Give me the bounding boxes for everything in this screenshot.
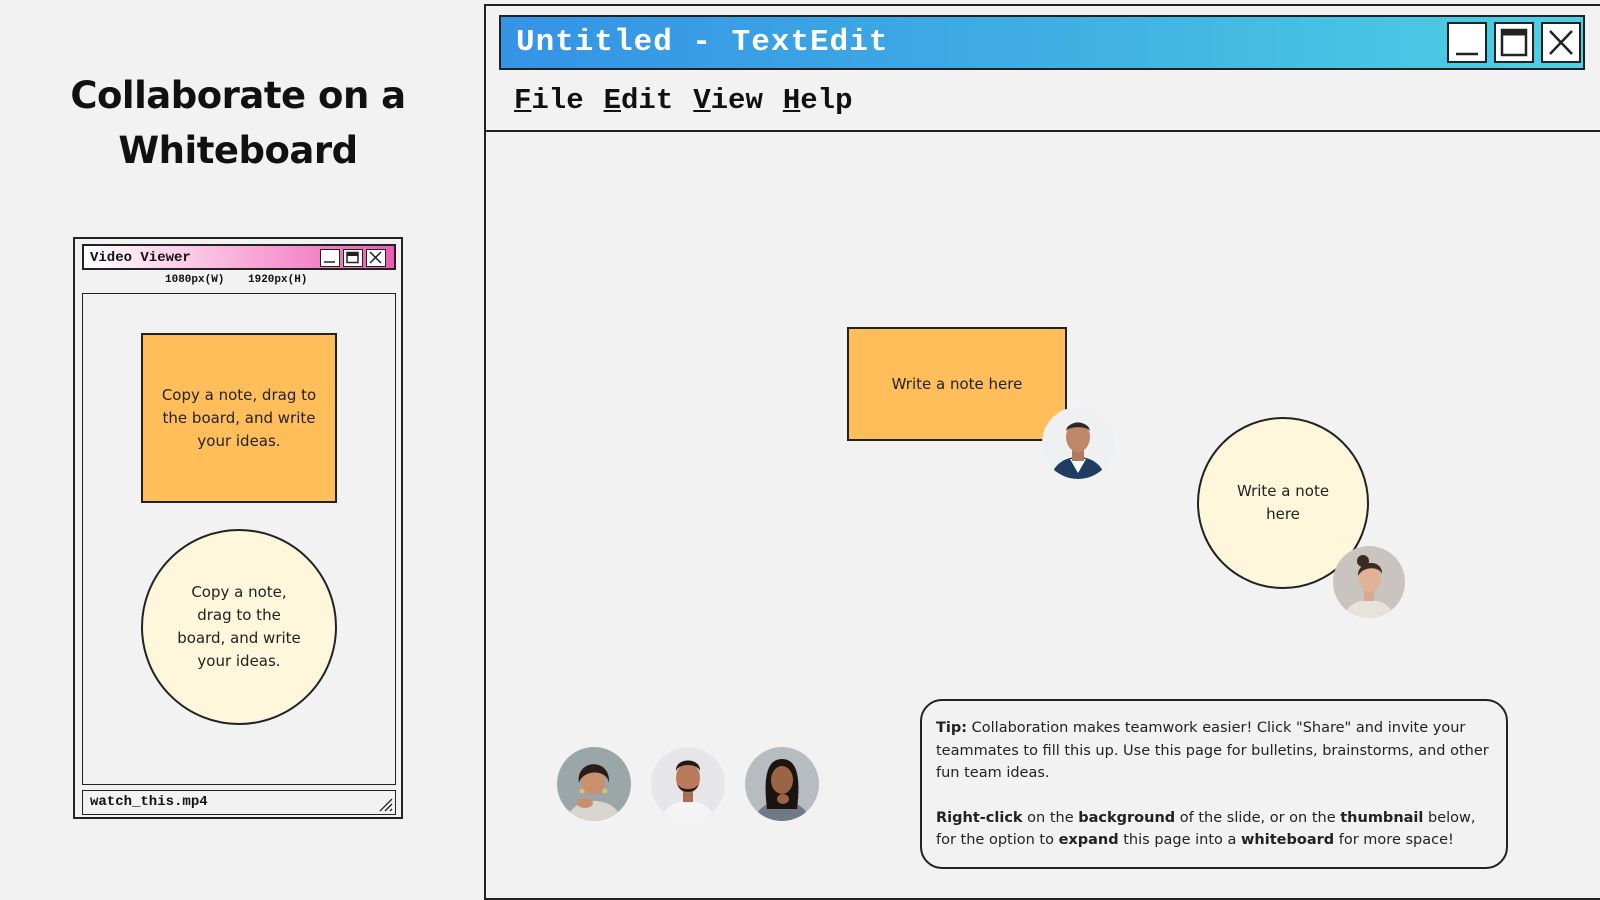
tip-bold-whiteboard: whiteboard xyxy=(1241,832,1335,848)
tip-bold-background: background xyxy=(1078,809,1176,826)
avatar-man-suit xyxy=(1042,407,1114,479)
menu-bar: File Edit View Help xyxy=(514,84,873,117)
tip-text-segment: on the xyxy=(1022,809,1079,826)
menu-file[interactable]: File xyxy=(514,84,584,117)
sample-note-circle-text: Copy a note, drag to the board, and writ… xyxy=(177,583,301,670)
video-viewer-titlebar[interactable]: Video Viewer xyxy=(82,244,396,270)
video-viewer-body: Copy a note, drag to the board, and writ… xyxy=(82,293,396,785)
avatar-woman-bun xyxy=(1333,546,1405,618)
menu-file-mnemonic: F xyxy=(514,84,532,117)
menu-help-rest: elp xyxy=(800,84,853,117)
width-label: 1080px(W) xyxy=(165,274,225,286)
avatar-man-beard xyxy=(651,747,725,821)
page-heading-line2: Whiteboard xyxy=(118,129,358,172)
menu-separator xyxy=(486,130,1600,132)
avatar-woman-earrings xyxy=(557,747,631,821)
menu-edit[interactable]: Edit xyxy=(604,84,674,117)
whiteboard-note-rect-text: Write a note here xyxy=(891,374,1023,393)
close-icon xyxy=(369,251,382,264)
page-heading-line1: Collaborate on a xyxy=(70,74,406,117)
video-filename: watch_this.mp4 xyxy=(90,794,208,810)
tip-text: Collaboration makes teamwork easier! Cli… xyxy=(936,720,1489,781)
close-button[interactable] xyxy=(366,249,386,267)
menu-help[interactable]: Help xyxy=(783,84,853,117)
maximize-button[interactable] xyxy=(343,249,363,267)
whiteboard-note-circle-text: Write a note here xyxy=(1236,482,1330,523)
menu-file-rest: ile xyxy=(531,84,584,117)
video-viewer-statusbar: watch_this.mp4 xyxy=(82,790,396,815)
menu-edit-mnemonic: E xyxy=(603,84,622,117)
sample-note-circle[interactable]: Copy a note, drag to the board, and writ… xyxy=(141,529,337,725)
maximize-button[interactable] xyxy=(1494,22,1534,63)
maximize-icon xyxy=(1500,28,1528,57)
whiteboard-note-rect[interactable]: Write a note here xyxy=(847,327,1067,441)
tip-box: Tip: Collaboration makes teamwork easier… xyxy=(920,699,1508,869)
textedit-titlebar[interactable]: Untitled - TextEdit xyxy=(499,15,1585,70)
close-icon xyxy=(1549,30,1573,55)
avatar-woman-long-hair xyxy=(745,747,819,821)
video-viewer-title: Video Viewer xyxy=(90,250,191,266)
menu-view-mnemonic: V xyxy=(693,84,711,117)
menu-help-mnemonic: H xyxy=(782,84,801,117)
video-viewer-window: Video Viewer 1080px(W) 1920px(H) Copy a … xyxy=(73,237,403,819)
tip-bold-right-click: Right-click xyxy=(936,809,1023,826)
sample-note-rect[interactable]: Copy a note, drag to the board, and writ… xyxy=(141,333,337,503)
height-label: 1920px(H) xyxy=(248,274,308,286)
resize-grip-icon[interactable] xyxy=(377,796,393,812)
tip-text-segment: this page into a xyxy=(1118,832,1242,848)
menu-edit-rest: dit xyxy=(621,84,674,117)
menu-view[interactable]: View xyxy=(693,84,763,117)
minimize-icon xyxy=(324,261,335,263)
sample-note-rect-text: Copy a note, drag to the board, and writ… xyxy=(161,385,317,450)
tip-label: Tip: xyxy=(936,720,968,736)
tip-text-segment: of the slide, or on the xyxy=(1175,809,1341,826)
tip-paragraph-1: Tip: Collaboration makes teamwork easier… xyxy=(936,717,1492,785)
maximize-icon xyxy=(346,251,359,264)
tip-bold-expand: expand xyxy=(1058,832,1119,848)
page-heading: Collaborate on a Whiteboard xyxy=(60,68,416,178)
close-button[interactable] xyxy=(1541,22,1581,63)
minimize-icon xyxy=(1456,52,1478,56)
textedit-title: Untitled - TextEdit xyxy=(516,25,889,60)
tip-bold-thumbnail: thumbnail xyxy=(1340,809,1424,826)
menu-view-rest: iew xyxy=(710,84,763,117)
minimize-button[interactable] xyxy=(1447,22,1487,63)
minimize-button[interactable] xyxy=(320,249,340,267)
tip-paragraph-2: Right-click on the background of the sli… xyxy=(936,807,1492,852)
tip-text-segment: for more space! xyxy=(1334,832,1454,848)
